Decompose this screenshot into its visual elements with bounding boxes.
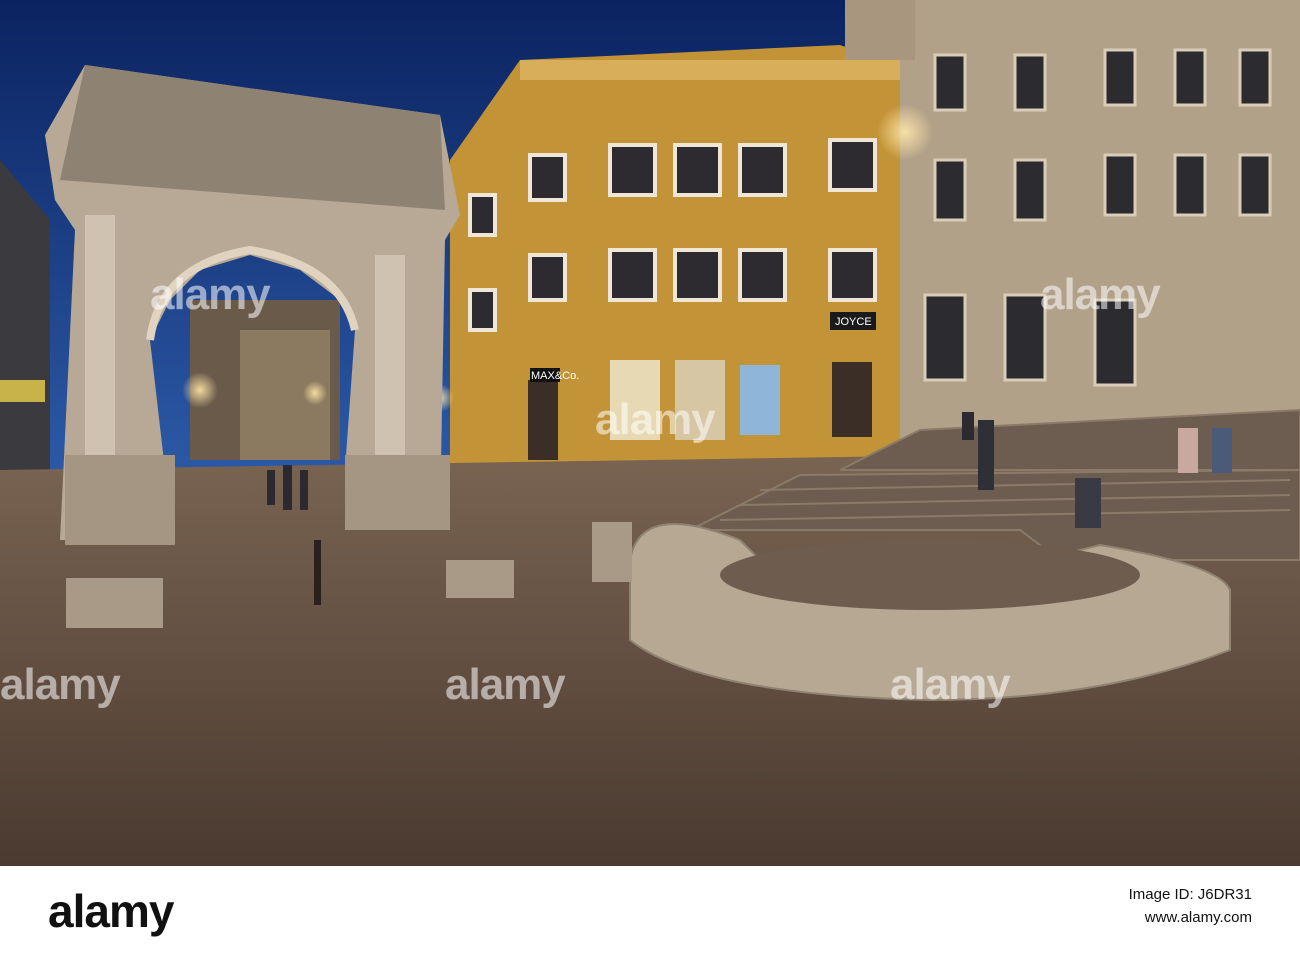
image-meta: Image ID: J6DR31 www.alamy.com [1129, 886, 1252, 926]
watermark: alamy [890, 660, 1011, 709]
stone-block [592, 522, 632, 582]
alamy-logo: alamy [48, 885, 174, 937]
watermark: alamy [150, 270, 271, 319]
bollard [314, 540, 321, 605]
site-url: www.alamy.com [1144, 909, 1252, 926]
watermark: alamy [445, 660, 566, 709]
watermark: alamy [1040, 270, 1161, 319]
shop-sign-right: JOYCE [835, 316, 872, 328]
shop-sign-left: MAX&Co. [531, 370, 579, 382]
stone-block [446, 560, 514, 598]
footer: alamy Image ID: J6DR31 www.alamy.com [0, 866, 1300, 956]
photo: MAX&Co. JOYCE alamy alamy alamy alamy al… [0, 0, 1300, 866]
image-id: Image ID: J6DR31 [1128, 886, 1252, 903]
watermark: alamy [0, 660, 121, 709]
street-lamp-glow [877, 104, 933, 160]
watermark: alamy [595, 395, 716, 444]
stone-block [66, 578, 163, 628]
